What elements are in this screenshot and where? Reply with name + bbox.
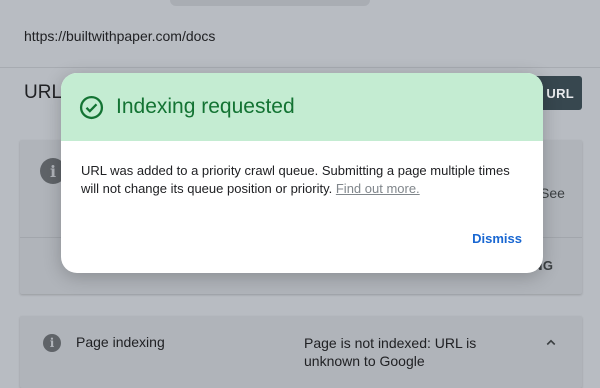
see-text[interactable]: See: [540, 185, 565, 201]
indexing-requested-dialog: Indexing requested URL was added to a pr…: [61, 73, 543, 273]
dialog-message-text: URL was added to a priority crawl queue.…: [81, 163, 510, 196]
dismiss-button[interactable]: Dismiss: [460, 226, 522, 250]
info-icon: i: [43, 334, 61, 352]
page-indexing-status: Page is not indexed: URL is unknown to G…: [304, 335, 477, 369]
dialog-header: Indexing requested: [61, 73, 543, 141]
check-circle-icon: [79, 95, 104, 120]
chevron-up-icon[interactable]: [542, 334, 560, 352]
page-indexing-card[interactable]: i Page indexing Page is not indexed: URL…: [20, 316, 582, 388]
inspected-url: https://builtwithpaper.com/docs: [24, 28, 216, 44]
url-row: https://builtwithpaper.com/docs: [0, 0, 600, 68]
find-out-more-link[interactable]: Find out more.: [336, 181, 420, 196]
dialog-title: Indexing requested: [116, 95, 295, 118]
page-indexing-label: Page indexing: [76, 334, 165, 350]
dialog-message: URL was added to a priority crawl queue.…: [81, 162, 526, 198]
